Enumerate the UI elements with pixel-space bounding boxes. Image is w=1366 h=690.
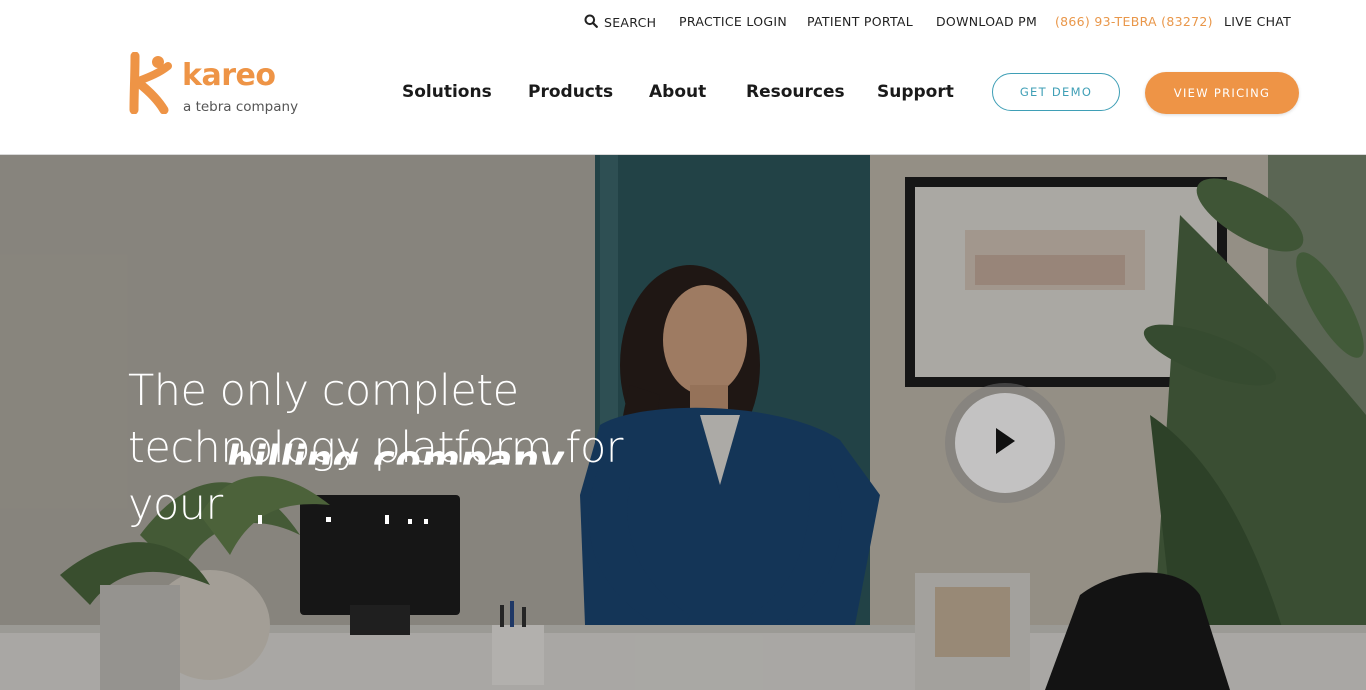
rotating-keyword-fragments [258, 515, 428, 524]
view-pricing-button[interactable]: VIEW PRICING [1145, 72, 1299, 114]
practice-login-link[interactable]: PRACTICE LOGIN [679, 14, 787, 29]
nav-resources[interactable]: Resources [746, 82, 845, 102]
utility-bar: SEARCH PRACTICE LOGIN PATIENT PORTAL DOW… [0, 0, 1366, 44]
hero-section: The only complete technology platform fo… [0, 155, 1366, 690]
play-icon [993, 426, 1017, 460]
download-pm-link[interactable]: DOWNLOAD PM [936, 14, 1037, 29]
search-link[interactable]: SEARCH [584, 13, 656, 32]
kareo-logo[interactable]: kareo a tebra company [128, 51, 318, 115]
kareo-figure-icon [128, 51, 174, 118]
live-chat-link[interactable]: LIVE CHAT [1224, 14, 1291, 29]
search-label: SEARCH [604, 15, 657, 30]
patient-portal-link[interactable]: PATIENT PORTAL [807, 14, 913, 29]
video-play-button[interactable] [955, 393, 1055, 493]
brand-tagline: a tebra company [183, 99, 299, 115]
search-icon [584, 13, 598, 32]
nav-support[interactable]: Support [877, 82, 954, 102]
site-header: kareo a tebra company Solutions Products… [0, 44, 1366, 155]
nav-about[interactable]: About [649, 82, 706, 102]
headline-line-1: The only complete [128, 366, 519, 416]
brand-wordmark: kareo [182, 58, 276, 93]
nav-products[interactable]: Products [528, 82, 613, 102]
headline-line-3: your [128, 480, 223, 530]
get-demo-button[interactable]: GET DEMO [992, 73, 1120, 111]
phone-link[interactable]: (866) 93-TEBRA (83272) [1055, 14, 1213, 29]
nav-solutions[interactable]: Solutions [402, 82, 492, 102]
